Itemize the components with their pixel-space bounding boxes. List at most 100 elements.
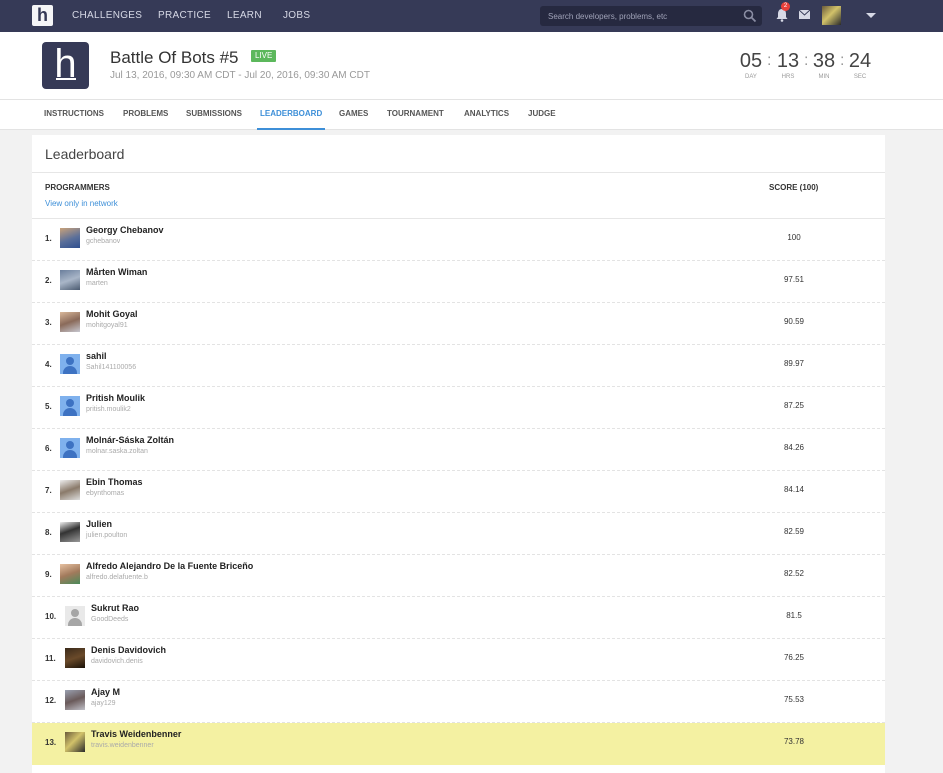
programmer-handle: Sahil141100056	[86, 364, 137, 371]
score-value: 82.52	[783, 569, 805, 578]
view-network-link[interactable]: View only in network	[45, 199, 118, 208]
avatar[interactable]	[65, 690, 85, 710]
programmer-name-link[interactable]: Travis Weidenbenner	[91, 729, 181, 739]
programmer-name-link[interactable]: sahil	[86, 351, 107, 361]
leaderboard-row: 7. Ebin Thomas ebynthomas 84.14	[32, 471, 885, 513]
avatar[interactable]	[60, 270, 80, 290]
leaderboard-row: 2. Mårten Wiman marten 97.51	[32, 261, 885, 303]
chevron-down-icon[interactable]	[866, 13, 876, 18]
programmer-name-link[interactable]: Julien	[86, 519, 112, 529]
live-badge: LIVE	[251, 50, 277, 62]
programmer-name-link[interactable]: Molnár-Sáska Zoltán	[86, 435, 174, 445]
rank-number: 9.	[45, 570, 52, 579]
programmer-name-link[interactable]: Mårten Wiman	[86, 267, 147, 277]
score-value: 82.59	[783, 527, 805, 536]
programmer-name-link[interactable]: Georgy Chebanov	[86, 225, 164, 235]
tab-tournament[interactable]: TOURNAMENT	[387, 100, 444, 130]
rank-number: 10.	[45, 612, 57, 621]
timer-minutes: 38 MIN	[812, 50, 836, 80]
programmer-name-link[interactable]: Mohit Goyal	[86, 309, 138, 319]
nav-challenges[interactable]: CHALLENGES	[72, 0, 142, 32]
rank-number: 5.	[45, 402, 52, 411]
programmer-handle: davidovich.denis	[91, 658, 143, 665]
score-value: 90.59	[783, 317, 805, 326]
leaderboard-title: Leaderboard	[45, 146, 125, 162]
score-value: 97.51	[783, 275, 805, 284]
programmer-name-link[interactable]: Pritish Moulik	[86, 393, 145, 403]
leaderboard-row: 10. Sukrut Rao GoodDeeds 81.5	[32, 597, 885, 639]
avatar[interactable]	[65, 732, 85, 752]
leaderboard-row: 11. Denis Davidovich davidovich.denis 76.25	[32, 639, 885, 681]
contest-tabs: INSTRUCTIONS PROBLEMS SUBMISSIONS LEADER…	[0, 100, 943, 130]
leaderboard-row: 9. Alfredo Alejandro De la Fuente Briceño…	[32, 555, 885, 597]
programmer-handle: ajay129	[91, 700, 116, 707]
rank-number: 12.	[45, 696, 57, 705]
tab-submissions[interactable]: SUBMISSIONS	[186, 100, 242, 130]
tab-problems[interactable]: PROBLEMS	[123, 100, 168, 130]
programmer-handle: julien.poulton	[86, 532, 128, 539]
programmer-name-link[interactable]: Ebin Thomas	[86, 477, 143, 487]
avatar[interactable]	[60, 228, 80, 248]
tab-instructions[interactable]: INSTRUCTIONS	[44, 100, 104, 130]
search-icon[interactable]	[743, 9, 757, 23]
leaderboard-row: 4. sahil Sahil141100056 89.97	[32, 345, 885, 387]
leaderboard-row: 5. Pritish Moulik pritish.moulik2 87.25	[32, 387, 885, 429]
programmer-handle: marten	[86, 280, 108, 287]
tab-analytics[interactable]: ANALYTICS	[464, 100, 509, 130]
avatar[interactable]	[60, 522, 80, 542]
mail-icon[interactable]	[799, 10, 810, 19]
avatar[interactable]	[60, 480, 80, 500]
leaderboard-panel: Leaderboard PROGRAMMERS View only in net…	[32, 135, 885, 773]
hackerearth-logo[interactable]: h	[32, 5, 53, 26]
leaderboard-row: 6. Molnár-Sáska Zoltán molnar.saska.zoltan…	[32, 429, 885, 471]
score-value: 84.26	[783, 443, 805, 452]
score-value: 81.5	[786, 611, 802, 620]
tab-judge[interactable]: JUDGE	[528, 100, 556, 130]
rank-number: 6.	[45, 444, 52, 453]
avatar[interactable]	[60, 564, 80, 584]
tab-leaderboard[interactable]: LEADERBOARD	[257, 100, 326, 130]
leaderboard-row: 3. Mohit Goyal mohitgoyal91 90.59	[32, 303, 885, 345]
avatar[interactable]	[60, 312, 80, 332]
top-navbar: h CHALLENGES PRACTICE LEARN JOBS 2	[0, 0, 943, 32]
rank-number: 13.	[45, 738, 57, 747]
programmer-name-link[interactable]: Denis Davidovich	[91, 645, 166, 655]
leaderboard-row-current-user: 13. Travis Weidenbenner travis.weidenbenne…	[32, 723, 885, 765]
nav-jobs[interactable]: JOBS	[283, 0, 310, 32]
divider	[32, 172, 885, 173]
programmer-handle: gchebanov	[86, 238, 121, 245]
programmer-handle: travis.weidenbenner	[91, 742, 154, 749]
search-input[interactable]	[540, 6, 740, 26]
timer-separator: :	[767, 52, 772, 69]
avatar[interactable]	[60, 396, 80, 416]
user-avatar[interactable]	[822, 6, 841, 25]
notification-badge: 2	[781, 2, 790, 11]
score-value: 84.14	[783, 485, 805, 494]
programmer-name-link[interactable]: Alfredo Alejandro De la Fuente Briceño	[86, 561, 253, 571]
avatar[interactable]	[65, 606, 85, 626]
rank-number: 4.	[45, 360, 52, 369]
leaderboard-row: 1. Georgy Chebanov gchebanov 100	[32, 219, 885, 261]
tab-games[interactable]: GAMES	[339, 100, 368, 130]
timer-separator: :	[804, 52, 809, 69]
avatar[interactable]	[60, 354, 80, 374]
avatar[interactable]	[65, 648, 85, 668]
programmer-handle: molnar.saska.zoltan	[86, 448, 148, 455]
contest-logo: h	[42, 42, 89, 89]
timer-separator: :	[840, 52, 845, 69]
timer-days: 05 DAY	[739, 50, 763, 80]
leaderboard-row: 12. Ajay M ajay129 75.53	[32, 681, 885, 723]
rank-number: 8.	[45, 528, 52, 537]
nav-practice[interactable]: PRACTICE	[158, 0, 211, 32]
avatar[interactable]	[60, 438, 80, 458]
programmer-name-link[interactable]: Ajay M	[91, 687, 120, 697]
contest-title: Battle Of Bots #5	[110, 48, 239, 67]
score-value: 76.25	[783, 653, 805, 662]
rank-number: 2.	[45, 276, 52, 285]
programmer-name-link[interactable]: Sukrut Rao	[91, 603, 139, 613]
contest-header: h Battle Of Bots #5 LIVE Jul 13, 2016, 0…	[0, 32, 943, 100]
score-value: 73.78	[783, 737, 805, 746]
score-value: 87.25	[783, 401, 805, 410]
nav-learn[interactable]: LEARN	[227, 0, 262, 32]
score-value: 89.97	[783, 359, 805, 368]
